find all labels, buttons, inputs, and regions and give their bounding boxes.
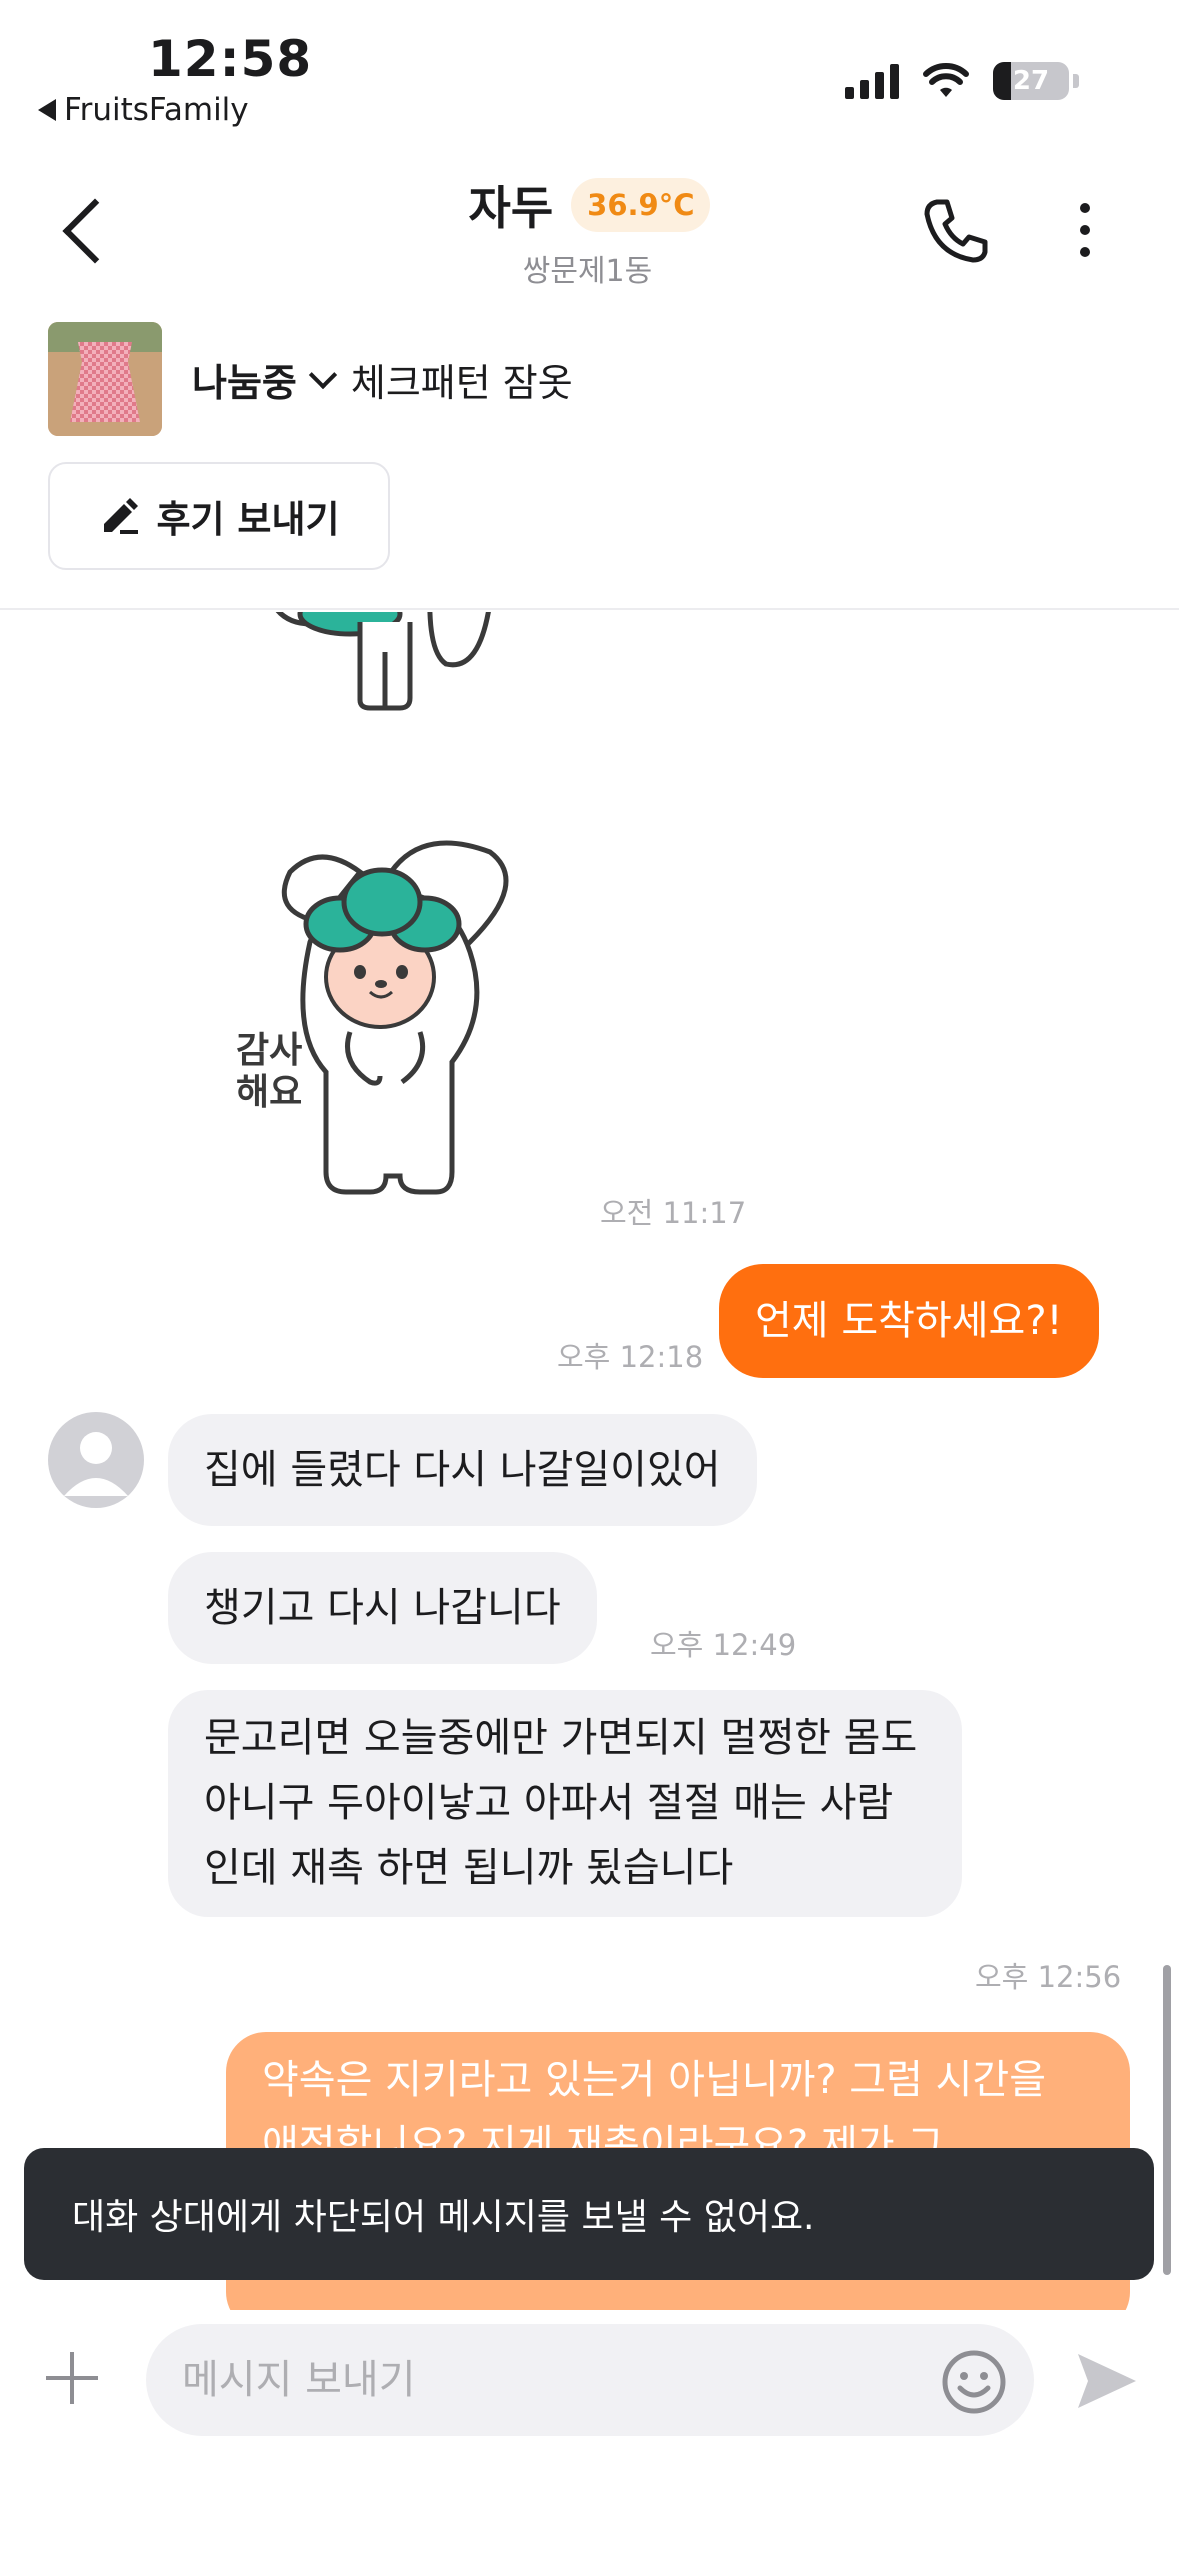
chat-header: 자두 36.9°C 쌍문제1동 <box>0 150 1179 300</box>
message-time: 오후 12:49 <box>650 1628 797 1662</box>
manner-temperature-badge: 36.9°C <box>571 178 711 232</box>
blocked-toast-text: 대화 상대에게 차단되어 메시지를 보낼 수 없어요. <box>72 2197 815 2238</box>
emoji-icon[interactable] <box>940 2348 1008 2416</box>
incoming-message-bubble[interactable]: 챙기고 다시 나갑니다 <box>168 1552 597 1664</box>
svg-text:감사: 감사 <box>236 1030 302 1071</box>
message-time: 오후 12:18 <box>557 1340 704 1374</box>
message-input-bar <box>0 2310 1179 2450</box>
chat-scrollbar[interactable] <box>1163 1965 1171 2275</box>
partner-location: 쌍문제1동 <box>522 254 653 289</box>
outgoing-message-bubble[interactable]: 언제 도착하세요?! <box>719 1264 1099 1378</box>
header-title-block: 자두 36.9°C 쌍문제1동 <box>0 172 1179 290</box>
svg-text:해요: 해요 <box>236 1072 302 1113</box>
battery-tip <box>1073 74 1079 88</box>
send-review-button[interactable]: 후기 보내기 <box>48 462 390 570</box>
more-options-icon[interactable] <box>1065 190 1105 270</box>
send-icon[interactable] <box>1072 2346 1142 2416</box>
product-bar: 나눔중 체크패턴 잠옷 후기 보내기 <box>0 300 1179 610</box>
status-time: 12:58 <box>148 30 313 88</box>
product-status-dropdown[interactable]: 나눔중 체크패턴 잠옷 <box>192 352 573 407</box>
send-review-label: 후기 보내기 <box>156 498 340 541</box>
partner-name: 자두 <box>468 181 554 235</box>
product-thumbnail[interactable] <box>48 322 162 436</box>
message-time: 오전 11:17 <box>600 1196 747 1230</box>
product-status-label: 나눔중 <box>192 361 297 405</box>
battery-icon: 27 <box>993 62 1069 100</box>
wifi-icon <box>923 63 969 97</box>
status-bar: 12:58 FruitsFamily 27 <box>0 0 1179 150</box>
phone-call-icon[interactable] <box>915 190 995 270</box>
status-indicators: 27 <box>845 62 1079 100</box>
pencil-icon <box>104 498 139 534</box>
battery-level: 27 <box>1012 66 1050 96</box>
back-app-label: FruitsFamily <box>64 92 249 128</box>
cellular-signal-icon <box>845 63 899 99</box>
blocked-toast: 대화 상대에게 차단되어 메시지를 보낼 수 없어요. <box>24 2148 1154 2280</box>
partner-avatar[interactable] <box>48 1412 144 1508</box>
chat-messages[interactable]: 감사 해요 오전 11:17 오후 12:18 언제 도착하세요?! 집에 들렸… <box>0 612 1179 2312</box>
product-name: 체크패턴 잠옷 <box>350 361 573 405</box>
message-time: 오후 12:56 <box>975 1960 1122 1994</box>
message-input[interactable] <box>146 2324 1034 2436</box>
rabbit-sticker-partial <box>275 612 491 711</box>
chevron-down-icon <box>308 360 338 389</box>
incoming-message-bubble[interactable]: 집에 들렸다 다시 나갈일이있어 <box>168 1414 757 1526</box>
back-to-app-link[interactable]: FruitsFamily <box>38 92 249 128</box>
plus-icon[interactable] <box>42 2348 102 2408</box>
back-triangle-icon <box>38 99 56 121</box>
incoming-message-bubble[interactable]: 문고리면 오늘중에만 가면되지 멀쩡한 몸도 아니구 두아이낳고 아파서 절절 … <box>168 1690 962 1917</box>
thank-you-rabbit-sticker: 감사 해요 <box>236 840 509 1195</box>
